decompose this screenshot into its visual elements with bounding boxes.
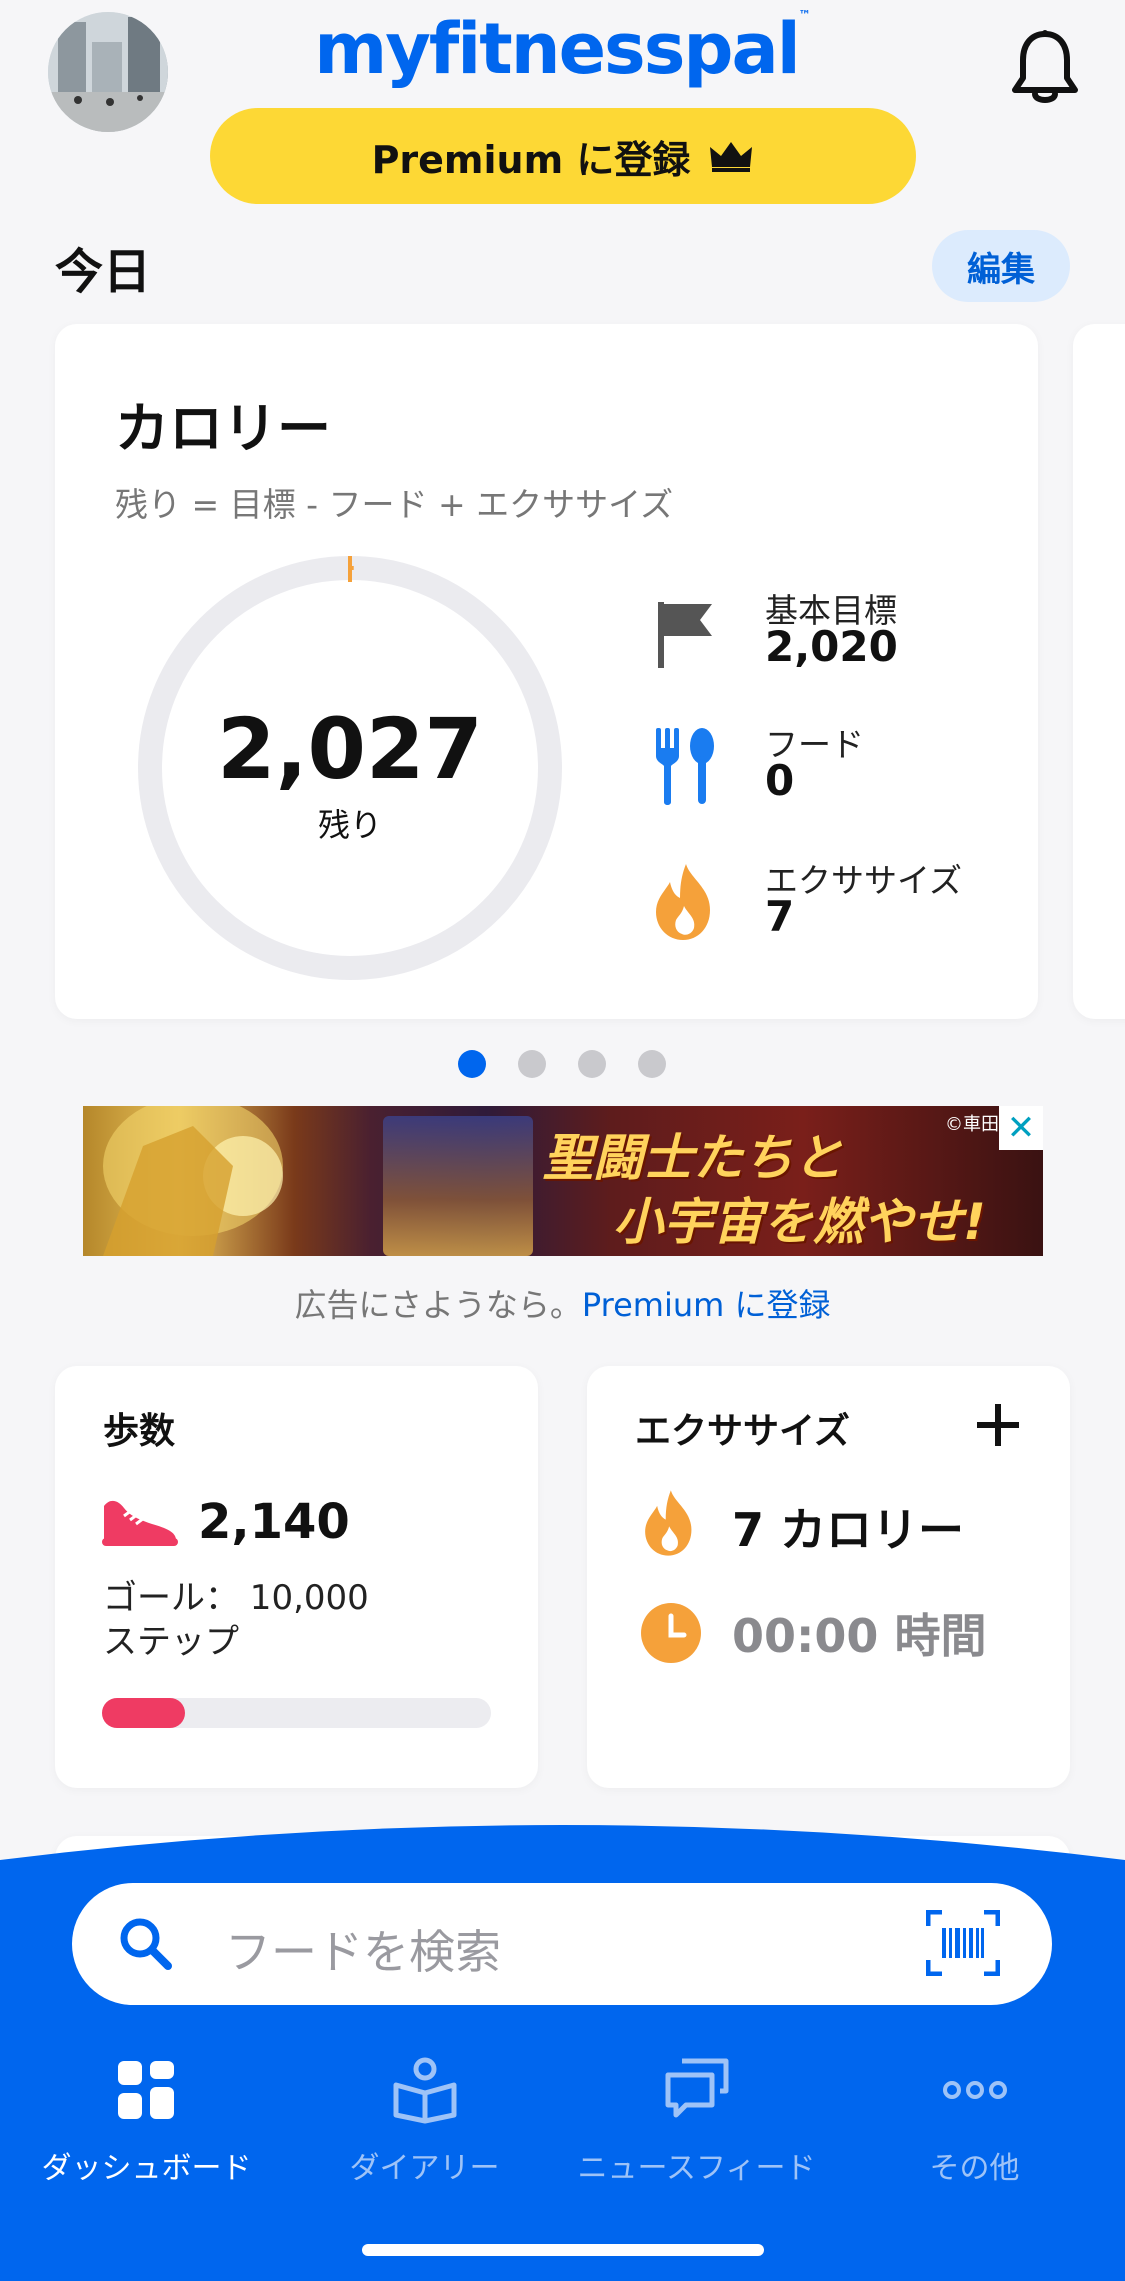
ad-headline-line-1: 聖闘士たちと bbox=[543, 1129, 843, 1187]
steps-title: 歩数 bbox=[103, 1411, 176, 1452]
more-icon bbox=[942, 2081, 1007, 2099]
nav-dashboard-label: ダッシュボード bbox=[41, 2151, 252, 2186]
newsfeed-icon bbox=[665, 2058, 728, 2118]
nav-newsfeed-label: ニュースフィード bbox=[577, 2151, 816, 2186]
logo-trademark: ™ bbox=[798, 8, 811, 22]
food-search-input[interactable]: フードを検索 bbox=[225, 1916, 501, 1982]
nav-more[interactable]: その他 bbox=[834, 2055, 1115, 2187]
exercise-time: 00:00 時間 bbox=[732, 1609, 987, 1663]
today-heading: 今日 bbox=[55, 244, 152, 300]
steps-goal: ゴール： 10,000 ステップ bbox=[103, 1576, 369, 1664]
flame-icon bbox=[650, 862, 720, 942]
remove-ads-premium-link[interactable]: Premium に登録 bbox=[582, 1286, 831, 1324]
logo-text: myfitnesspal bbox=[314, 8, 800, 90]
carousel-dot-1[interactable] bbox=[458, 1050, 486, 1078]
edit-button[interactable]: 編集 bbox=[932, 230, 1070, 302]
nav-diary-label: ダイアリー bbox=[349, 2151, 500, 2186]
ad-headline: 聖闘士たちと 小宇宙を燃やせ! bbox=[543, 1126, 986, 1254]
next-card-peek[interactable] bbox=[1073, 324, 1125, 1019]
calorie-formula: 残り = 目標 - フード + エクササイズ bbox=[115, 485, 674, 524]
sneaker-icon bbox=[100, 1494, 178, 1550]
exercise-card-title: エクササイズ bbox=[635, 1411, 850, 1452]
fork-knife-icon bbox=[650, 726, 720, 806]
carousel-dot-2[interactable] bbox=[518, 1050, 546, 1078]
exercise-calories: 7 カロリー bbox=[732, 1503, 965, 1557]
premium-signup-button[interactable]: Premium に登録 bbox=[210, 108, 916, 204]
food-search-bar[interactable] bbox=[72, 1883, 1052, 2005]
ad-caption-text: 広告にさようなら。 bbox=[294, 1286, 582, 1324]
nav-dashboard[interactable]: ダッシュボード bbox=[6, 2055, 287, 2187]
food-value: 0 bbox=[765, 756, 795, 805]
ad-headline-line-2: 小宇宙を燃やせ! bbox=[613, 1193, 986, 1251]
ad-banner[interactable]: 聖闘士たちと 小宇宙を燃やせ! ©車田 ✕ bbox=[83, 1106, 1043, 1256]
nav-more-label: その他 bbox=[929, 2151, 1020, 2186]
dashboard-icon bbox=[117, 2061, 174, 2119]
exercise-value: 7 bbox=[765, 892, 795, 941]
steps-goal-line-1: ゴール： 10,000 bbox=[103, 1578, 369, 1618]
ad-game-screenshot bbox=[383, 1116, 533, 1256]
home-indicator bbox=[362, 2244, 764, 2256]
add-exercise-icon[interactable] bbox=[975, 1398, 1021, 1458]
nav-newsfeed[interactable]: ニュースフィード bbox=[556, 2055, 837, 2187]
notification-bell-icon[interactable] bbox=[1010, 28, 1080, 108]
premium-button-label: Premium に登録 bbox=[371, 137, 691, 182]
carousel-dot-4[interactable] bbox=[638, 1050, 666, 1078]
ad-character-art bbox=[103, 1106, 283, 1256]
calories-remaining-label: 残り bbox=[317, 806, 382, 844]
calories-remaining-value: 2,027 bbox=[217, 700, 483, 798]
crown-icon bbox=[710, 142, 753, 172]
exercise-label: エクササイズ bbox=[765, 861, 963, 900]
diary-icon bbox=[393, 2057, 456, 2124]
search-icon bbox=[118, 1916, 172, 1970]
clock-icon bbox=[640, 1602, 702, 1664]
app-logo: myfitnesspal™ bbox=[0, 8, 1125, 90]
barcode-scan-icon[interactable] bbox=[925, 1909, 1001, 1977]
ad-close-icon[interactable]: ✕ bbox=[999, 1106, 1043, 1150]
steps-progress-fill bbox=[102, 1698, 186, 1728]
flag-icon bbox=[650, 598, 720, 678]
steps-value: 2,140 bbox=[198, 1494, 350, 1550]
nav-diary[interactable]: ダイアリー bbox=[284, 2055, 565, 2187]
ad-caption: 広告にさようなら。Premium に登録 bbox=[0, 1280, 1125, 1326]
calorie-title: カロリー bbox=[115, 397, 331, 460]
base-goal-value: 2,020 bbox=[765, 622, 898, 671]
carousel-dot-3[interactable] bbox=[578, 1050, 606, 1078]
ad-copyright: ©車田 bbox=[945, 1114, 999, 1135]
steps-goal-line-2: ステップ bbox=[103, 1622, 239, 1662]
exercise-flame-icon bbox=[640, 1488, 700, 1558]
